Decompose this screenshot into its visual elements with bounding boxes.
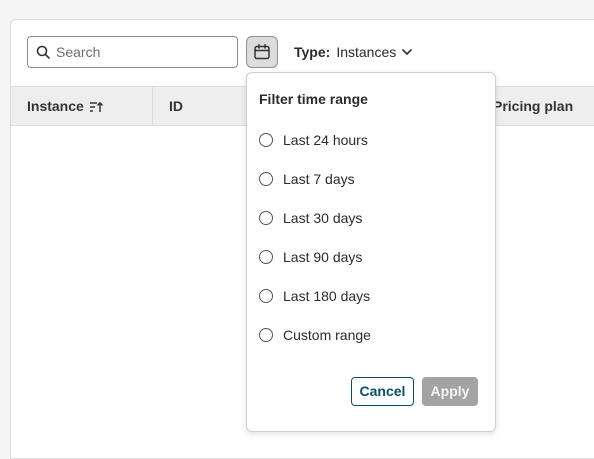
option-label: Last 180 days [283, 288, 371, 304]
option-last-7-days[interactable]: Last 7 days [259, 169, 355, 189]
column-header-instance-label: Instance [27, 98, 84, 114]
chevron-down-icon [402, 49, 413, 55]
option-label: Last 7 days [283, 171, 355, 187]
search-input[interactable] [56, 37, 231, 67]
cancel-button[interactable]: Cancel [351, 377, 414, 406]
option-custom-range[interactable]: Custom range [259, 325, 371, 345]
type-filter-value: Instances [336, 44, 397, 60]
radio-button[interactable] [259, 250, 273, 264]
popover-title: Filter time range [259, 91, 368, 107]
sort-ascending-icon[interactable] [89, 101, 103, 113]
radio-button[interactable] [259, 211, 273, 225]
column-header-id[interactable]: ID [169, 87, 183, 125]
time-range-popover: Filter time range Last 24 hours Last 7 d… [246, 72, 496, 432]
type-filter-dropdown[interactable]: Type: Instances [294, 42, 413, 62]
option-last-180-days[interactable]: Last 180 days [259, 286, 370, 306]
option-last-24-hours[interactable]: Last 24 hours [259, 130, 368, 150]
radio-button[interactable] [259, 133, 273, 147]
radio-button[interactable] [259, 289, 273, 303]
option-last-90-days[interactable]: Last 90 days [259, 247, 362, 267]
option-label: Last 90 days [283, 249, 363, 265]
date-range-button[interactable] [246, 36, 278, 68]
apply-button[interactable]: Apply [422, 377, 478, 406]
option-label: Custom range [283, 327, 371, 343]
option-label: Last 24 hours [283, 132, 368, 148]
column-header-instance[interactable]: Instance [27, 87, 103, 125]
option-last-30-days[interactable]: Last 30 days [259, 208, 362, 228]
option-label: Last 30 days [283, 210, 363, 226]
radio-button[interactable] [259, 328, 273, 342]
column-header-pricing-plan[interactable]: Pricing plan [493, 87, 573, 125]
search-box[interactable] [27, 36, 238, 68]
type-filter-label: Type: [294, 44, 331, 60]
column-divider [152, 87, 153, 125]
search-icon [36, 45, 50, 59]
calendar-icon [254, 44, 270, 60]
radio-button[interactable] [259, 172, 273, 186]
